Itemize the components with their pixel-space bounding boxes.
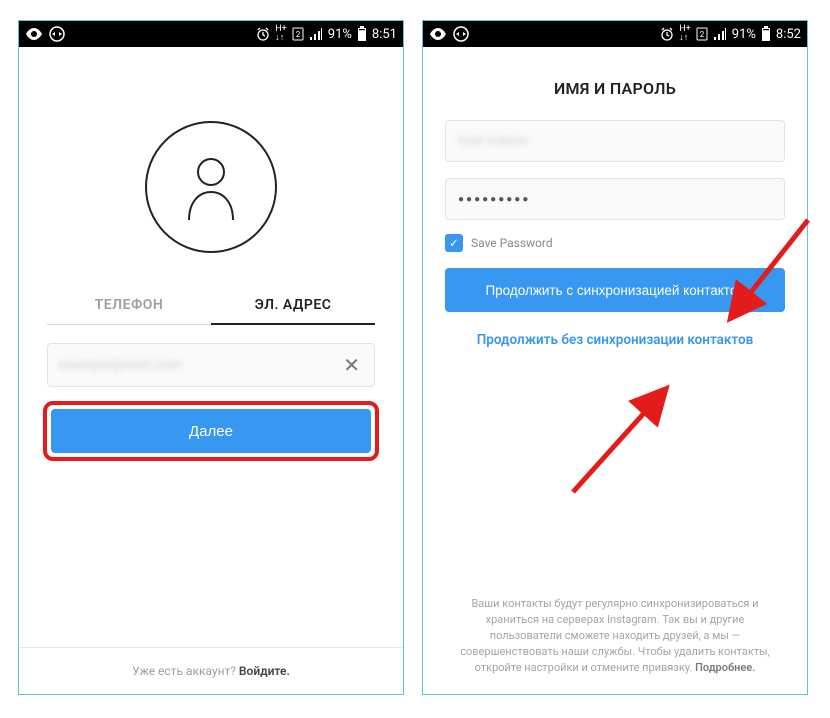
highlight-annotation: Далее	[43, 401, 379, 461]
password-field[interactable]: ●●●●●●●●●	[445, 178, 785, 220]
footer-prefix: Уже есть аккаунт?	[132, 664, 239, 678]
battery-percent: 91%	[732, 27, 756, 42]
continue-sync-button[interactable]: Продолжить с синхронизацией контактов	[445, 268, 785, 312]
network-icon: H+↓↑	[275, 25, 287, 43]
signal-icon	[713, 28, 727, 40]
phone-left: H+↓↑ 2 91% 8:51 ТЕЛЕФОН ЭЛ	[18, 20, 404, 695]
status-bar: H+↓↑ 2 91% 8:52	[423, 21, 807, 47]
alarm-icon	[256, 27, 270, 41]
avatar-placeholder	[19, 121, 403, 253]
battery-icon	[357, 26, 367, 42]
continue-no-sync-link[interactable]: Продолжить без синхронизации контактов	[445, 332, 785, 348]
status-bar: H+↓↑ 2 91% 8:51	[19, 21, 403, 47]
login-footer: Уже есть аккаунт? Войдите.	[19, 647, 403, 694]
signup-screen: ТЕЛЕФОН ЭЛ. АДРЕС example@mail.com ✕ Дал…	[19, 47, 403, 694]
svg-text:2: 2	[700, 30, 705, 39]
name-field[interactable]: Ivan Ivanov	[445, 120, 785, 162]
save-password-label: Save Password	[471, 236, 553, 250]
teamviewer-icon	[453, 26, 469, 42]
signup-tabs: ТЕЛЕФОН ЭЛ. АДРЕС	[47, 287, 375, 325]
svg-text:2: 2	[296, 30, 301, 39]
email-field[interactable]: example@mail.com ✕	[47, 343, 375, 387]
arrow-annotation-2	[563, 377, 683, 497]
sim2-icon: 2	[696, 27, 708, 41]
checkbox-checked-icon[interactable]: ✓	[445, 234, 463, 252]
battery-percent: 91%	[328, 27, 352, 42]
clock: 8:51	[372, 27, 397, 42]
save-password-row[interactable]: ✓ Save Password	[445, 234, 785, 252]
sync-disclaimer: Ваши контакты будут регулярно синхронизи…	[423, 580, 807, 694]
eye-icon	[25, 28, 43, 40]
name-password-screen: ИМЯ И ПАРОЛЬ Ivan Ivanov ●●●●●●●●● ✓ Sav…	[423, 47, 807, 694]
next-button[interactable]: Далее	[51, 409, 371, 453]
tab-email[interactable]: ЭЛ. АДРЕС	[211, 287, 375, 325]
password-mask: ●●●●●●●●●	[458, 194, 530, 205]
clock: 8:52	[776, 27, 801, 42]
battery-icon	[761, 26, 771, 42]
person-icon	[183, 154, 239, 220]
clear-icon[interactable]: ✕	[339, 353, 364, 377]
phone-right: H+↓↑ 2 91% 8:52 ИМЯ И ПАРОЛЬ Ivan Ivanov…	[422, 20, 808, 695]
signal-icon	[309, 28, 323, 40]
sim2-icon: 2	[292, 27, 304, 41]
login-link[interactable]: Войдите.	[239, 664, 290, 678]
teamviewer-icon	[49, 26, 65, 42]
name-value: Ivan Ivanov	[458, 133, 772, 149]
email-value: example@mail.com	[58, 357, 339, 373]
learn-more-link[interactable]: Подробнее.	[695, 661, 755, 674]
alarm-icon	[660, 27, 674, 41]
tab-phone[interactable]: ТЕЛЕФОН	[47, 287, 211, 325]
network-icon: H+↓↑	[679, 25, 691, 43]
page-title: ИМЯ И ПАРОЛЬ	[423, 79, 807, 98]
eye-icon	[429, 28, 447, 40]
